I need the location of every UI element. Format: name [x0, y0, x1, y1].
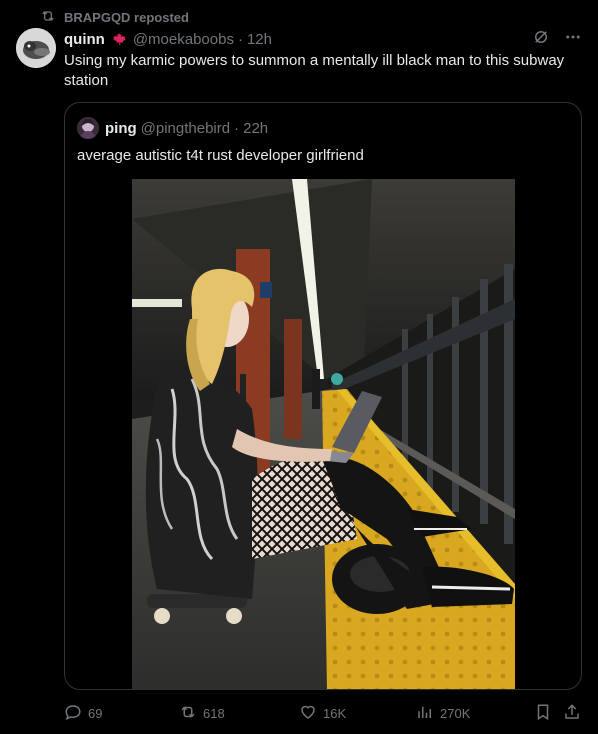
like-button[interactable]: 16K — [299, 703, 346, 724]
repost-icon — [40, 8, 56, 27]
quote-separator: · — [234, 119, 240, 137]
views-button[interactable]: 270K — [416, 703, 470, 724]
reply-count: 69 — [88, 705, 103, 721]
views-count: 270K — [440, 705, 471, 721]
grok-icon[interactable] — [532, 28, 550, 50]
quoted-tweet[interactable]: ping @pingthebird · 22h average autistic… — [64, 102, 582, 690]
separator: · — [237, 30, 243, 48]
like-count: 16K — [323, 705, 347, 721]
author-handle[interactable]: @moekaboobs — [133, 31, 234, 48]
tweet-text: Using my karmic powers to summon a menta… — [64, 52, 565, 89]
share-icon — [563, 703, 581, 724]
quote-timestamp[interactable]: 22h — [243, 120, 268, 137]
tweet-header: quinn @moekaboobs · 12h — [64, 29, 582, 49]
bookmark-icon — [534, 703, 552, 724]
reply-button[interactable]: 69 — [64, 703, 102, 724]
quote-header: ping @pingthebird · 22h — [77, 117, 268, 139]
repost-icon — [179, 703, 197, 724]
quote-author-avatar[interactable] — [77, 117, 99, 139]
repost-indicator[interactable]: BRAPGQD reposted — [40, 8, 189, 27]
repost-label: BRAPGQD reposted — [64, 10, 189, 25]
quote-author-handle[interactable]: @pingthebird — [141, 120, 230, 137]
author-avatar[interactable] — [16, 28, 56, 68]
bookmark-button[interactable] — [534, 703, 552, 724]
share-button[interactable] — [563, 703, 581, 724]
repost-count: 618 — [203, 705, 225, 721]
views-icon — [416, 703, 434, 724]
quote-text: average autistic t4t rust developer girl… — [77, 147, 364, 164]
like-icon — [299, 703, 317, 724]
quote-photo[interactable] — [132, 179, 515, 689]
reply-icon — [64, 703, 82, 724]
quote-author-name[interactable]: ping — [105, 120, 137, 137]
maple-leaf-icon — [111, 31, 127, 47]
repost-button[interactable]: 618 — [179, 703, 225, 724]
action-bar: 69 618 16K 270K — [64, 700, 582, 726]
author-name[interactable]: quinn — [64, 31, 105, 48]
timestamp[interactable]: 12h — [247, 31, 272, 48]
more-icon[interactable] — [564, 28, 582, 50]
